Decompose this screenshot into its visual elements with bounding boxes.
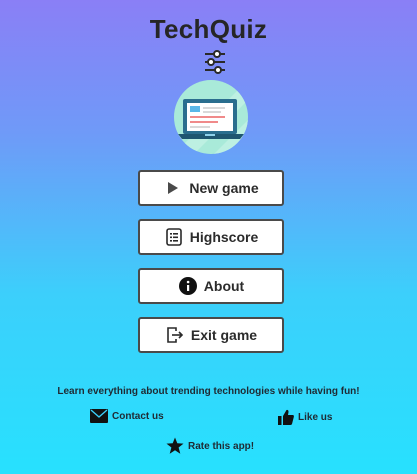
list-icon	[164, 227, 184, 247]
exit-icon	[165, 325, 185, 345]
laptop-logo	[174, 80, 248, 154]
like-us-link[interactable]: Like us	[278, 409, 332, 425]
star-icon	[166, 437, 184, 454]
tagline: Learn everything about trending technolo…	[57, 386, 360, 397]
app-title: TechQuiz	[149, 14, 268, 44]
thumbs-up-icon	[278, 409, 294, 425]
contact-us-link[interactable]: Contact us	[90, 409, 164, 423]
highscore-button[interactable]: Highscore	[138, 219, 284, 255]
app-logo	[174, 80, 248, 154]
exit-game-label: Exit game	[190, 327, 258, 343]
highscore-label: Highscore	[189, 229, 259, 245]
new-game-label: New game	[189, 180, 259, 196]
sliders-icon	[205, 50, 225, 74]
envelope-icon	[90, 409, 108, 423]
settings-button[interactable]	[203, 49, 227, 75]
about-button[interactable]: About	[138, 268, 284, 304]
play-icon	[163, 178, 183, 198]
rate-app-label: Rate this app!	[188, 440, 255, 452]
about-label: About	[203, 278, 245, 294]
info-icon	[178, 276, 198, 296]
like-us-label: Like us	[298, 411, 333, 423]
exit-game-button[interactable]: Exit game	[138, 317, 284, 353]
contact-us-label: Contact us	[112, 410, 164, 422]
rate-app-link[interactable]: Rate this app!	[166, 437, 254, 455]
new-game-button[interactable]: New game	[138, 170, 284, 206]
